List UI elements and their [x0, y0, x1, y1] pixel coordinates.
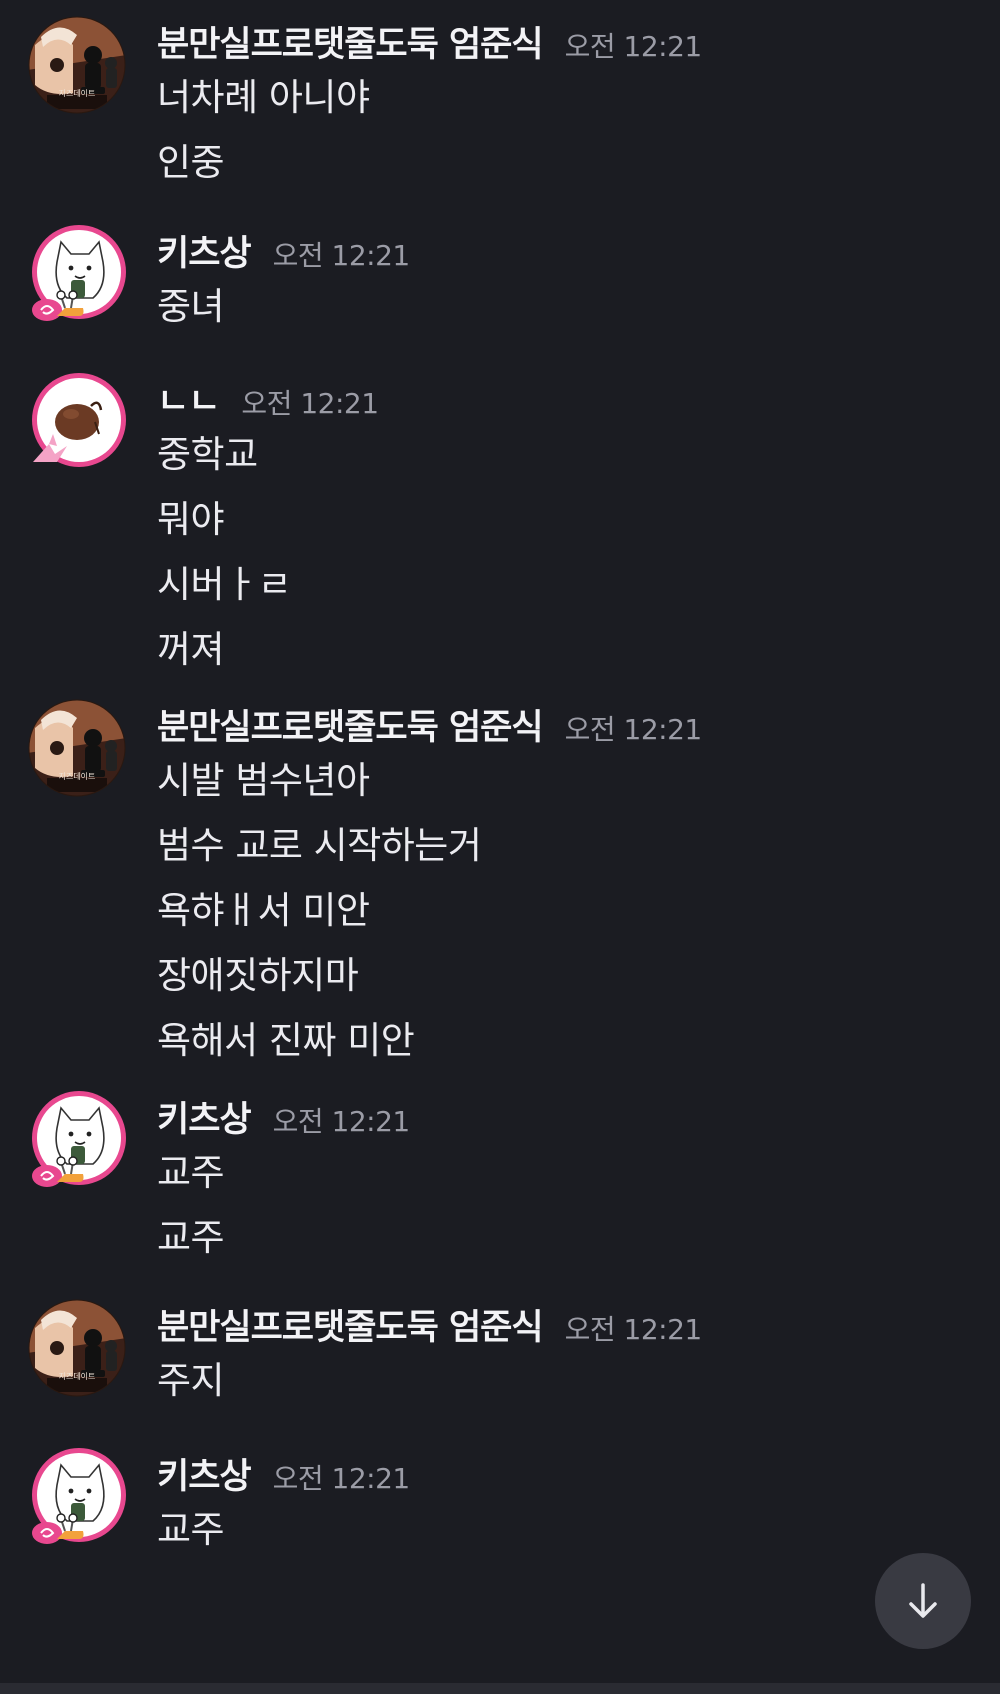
- avatar-caption: 지즈데이트: [58, 1372, 96, 1381]
- message-header: 키츠상 오전 12:21: [157, 225, 410, 275]
- message-text[interactable]: 범수 교로 시작하는거: [157, 818, 482, 883]
- username[interactable]: 키츠상: [157, 225, 252, 276]
- message-lines: 교주 교주: [157, 1145, 225, 1275]
- username[interactable]: 분만실프로탯줄도둑 엄준식: [157, 699, 544, 750]
- message-text[interactable]: 중녀: [157, 279, 225, 344]
- message-header: 분만실프로탯줄도둑 엄준식 오전 12:21: [157, 699, 702, 749]
- username[interactable]: 분만실프로탯줄도둑 엄준식: [157, 16, 544, 67]
- white-cat-snail-avatar[interactable]: [27, 224, 127, 324]
- message-text[interactable]: 교주: [157, 1210, 225, 1275]
- timestamp: 오전 12:21: [272, 1105, 411, 1138]
- message-lines: 너차례 아니야 인중: [157, 70, 370, 200]
- username[interactable]: 분만실프로탯줄도둑 엄준식: [157, 1299, 544, 1350]
- white-cat-snail-avatar[interactable]: [27, 1090, 127, 1190]
- message-text[interactable]: 장애짓하지마: [157, 948, 481, 1013]
- username[interactable]: 키츠상: [157, 1091, 252, 1142]
- avatar-caption: 지즈데이트: [58, 89, 96, 98]
- message-text[interactable]: 꺼져: [157, 622, 291, 687]
- timestamp: 오전 12:21: [272, 1462, 411, 1495]
- bottom-divider: [0, 1683, 1000, 1694]
- message-lines: 주지: [157, 1353, 225, 1418]
- message-text[interactable]: 시버ㅏㄹ: [157, 557, 292, 622]
- message-header: 분만실프로탯줄도둑 엄준식 오전 12:21: [157, 1299, 702, 1349]
- username[interactable]: ㄴㄴ: [157, 373, 220, 424]
- timestamp: 오전 12:21: [272, 239, 411, 272]
- message-text[interactable]: 시발 범수년아: [157, 753, 481, 818]
- message-lines: 교주: [157, 1502, 225, 1567]
- message-text[interactable]: 욕해서 진짜 미안: [157, 1013, 481, 1078]
- brown-creature-crane-avatar[interactable]: [27, 372, 127, 472]
- message-text[interactable]: 교주: [157, 1145, 225, 1210]
- chess-character-avatar[interactable]: 지즈데이트: [27, 698, 127, 798]
- message-lines: 시발 범수년아 범수 교로 시작하는거 욕햐ㅐ서 미안 장애짓하지마 욕해서 진짜 미안: [157, 753, 482, 1078]
- message-text[interactable]: 너차례 아니야: [157, 70, 370, 135]
- timestamp: 오전 12:21: [564, 30, 703, 63]
- message-header: 분만실프로탯줄도둑 엄준식 오전 12:21: [157, 16, 702, 66]
- message-text[interactable]: 주지: [157, 1353, 225, 1418]
- chess-character-avatar[interactable]: 지즈데이트: [27, 15, 127, 115]
- message-header: ㄴㄴ 오전 12:21: [157, 373, 379, 423]
- white-cat-snail-avatar[interactable]: [27, 1447, 127, 1547]
- arrow-down-icon: [909, 1583, 937, 1618]
- scroll-to-bottom-button[interactable]: [875, 1553, 971, 1649]
- message-text[interactable]: 교주: [157, 1502, 225, 1567]
- timestamp: 오전 12:21: [241, 387, 379, 420]
- message-header: 키츠상 오전 12:21: [157, 1091, 410, 1141]
- message-text[interactable]: 욕햐ㅐ서 미안: [157, 883, 481, 948]
- message-text[interactable]: 뭐야: [157, 492, 291, 557]
- timestamp: 오전 12:21: [564, 713, 703, 746]
- message-header: 키츠상 오전 12:21: [157, 1448, 410, 1498]
- message-lines: 중녀: [157, 279, 225, 344]
- username[interactable]: 키츠상: [157, 1448, 252, 1499]
- chess-character-avatar[interactable]: 지즈데이트: [27, 1298, 127, 1398]
- avatar-caption: 지즈데이트: [58, 772, 96, 781]
- chat-message-list: 지즈데이트 분만실프로탯줄도둑 엄준식 오전 12:21 너차례 아니야 인중 키츠상 오전…: [0, 0, 1000, 1694]
- message-text[interactable]: 인중: [157, 135, 370, 200]
- message-lines: 중학교 뭐야 시버ㅏㄹ 꺼져: [157, 427, 292, 687]
- message-text[interactable]: 중학교: [157, 427, 291, 492]
- timestamp: 오전 12:21: [564, 1313, 703, 1346]
